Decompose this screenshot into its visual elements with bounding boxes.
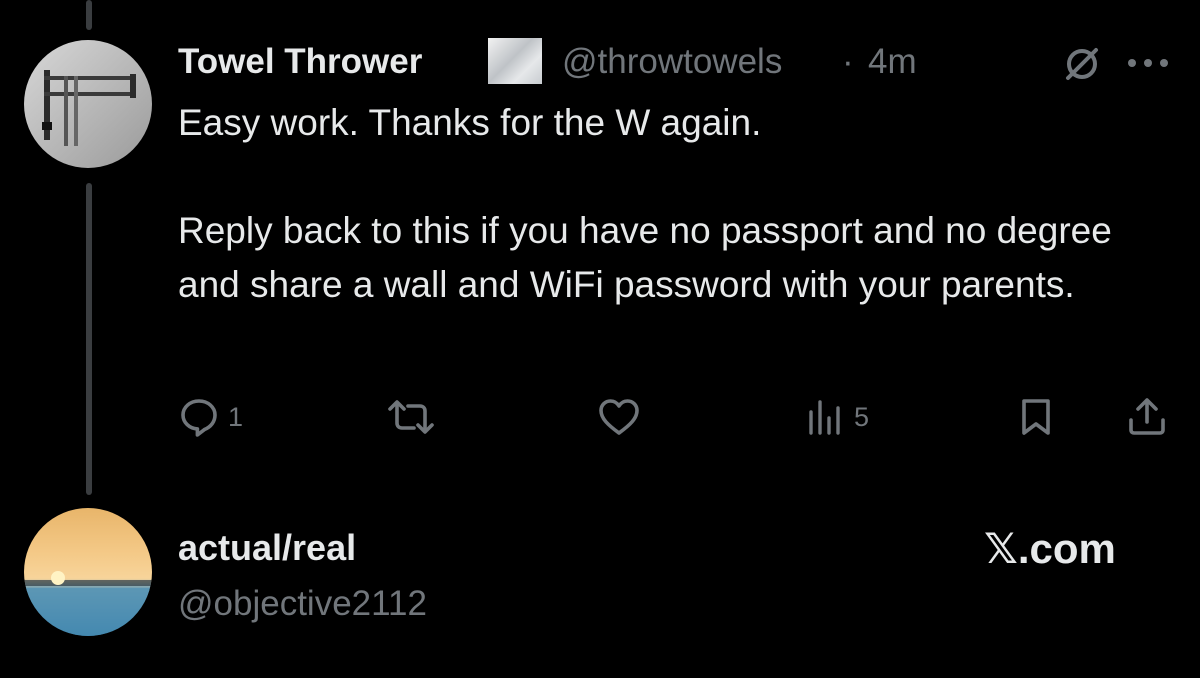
- share-icon: [1129, 398, 1165, 435]
- tweet-paragraph-1: Easy work. Thanks for the W again.: [178, 102, 762, 143]
- tweet-paragraph-2: Reply back to this if you have no passpo…: [178, 210, 1112, 305]
- tweet-author-name[interactable]: Towel Thrower: [178, 40, 422, 84]
- repost-arrows-icon: [388, 400, 434, 434]
- repost-button[interactable]: [386, 396, 444, 438]
- views-button[interactable]: 5: [806, 396, 869, 438]
- more-dots-icon[interactable]: [1126, 56, 1170, 74]
- header-separator: ·: [842, 42, 854, 81]
- tweet-author-handle[interactable]: @throwtowels: [562, 40, 782, 84]
- bookmark-icon: [1022, 399, 1050, 435]
- verified-badge-icon: [488, 38, 542, 84]
- card-author-avatar[interactable]: [24, 508, 152, 636]
- reply-button[interactable]: 1: [178, 396, 243, 438]
- like-button[interactable]: [597, 396, 649, 438]
- card-author-name[interactable]: actual/real: [178, 526, 356, 570]
- tweet-body: Easy work. Thanks for the W again. Reply…: [178, 96, 1168, 312]
- heart-icon: [599, 399, 639, 435]
- thread-line-bottom: [86, 183, 92, 495]
- views-count: 5: [854, 401, 870, 432]
- slashed-circle-icon[interactable]: [1062, 44, 1102, 89]
- thread-line-top: [86, 0, 92, 30]
- tweet-author-avatar[interactable]: [24, 40, 152, 168]
- reply-bubble-icon: [181, 399, 217, 437]
- tweet-timestamp[interactable]: 4m: [868, 40, 917, 84]
- bookmark-button[interactable]: [1016, 396, 1056, 438]
- views-bars-icon: [809, 400, 840, 435]
- share-button[interactable]: [1125, 394, 1169, 438]
- reply-count: 1: [228, 401, 244, 432]
- brand-label: 𝕏.com: [984, 525, 1116, 572]
- card-author-handle[interactable]: @objective2112: [178, 582, 427, 626]
